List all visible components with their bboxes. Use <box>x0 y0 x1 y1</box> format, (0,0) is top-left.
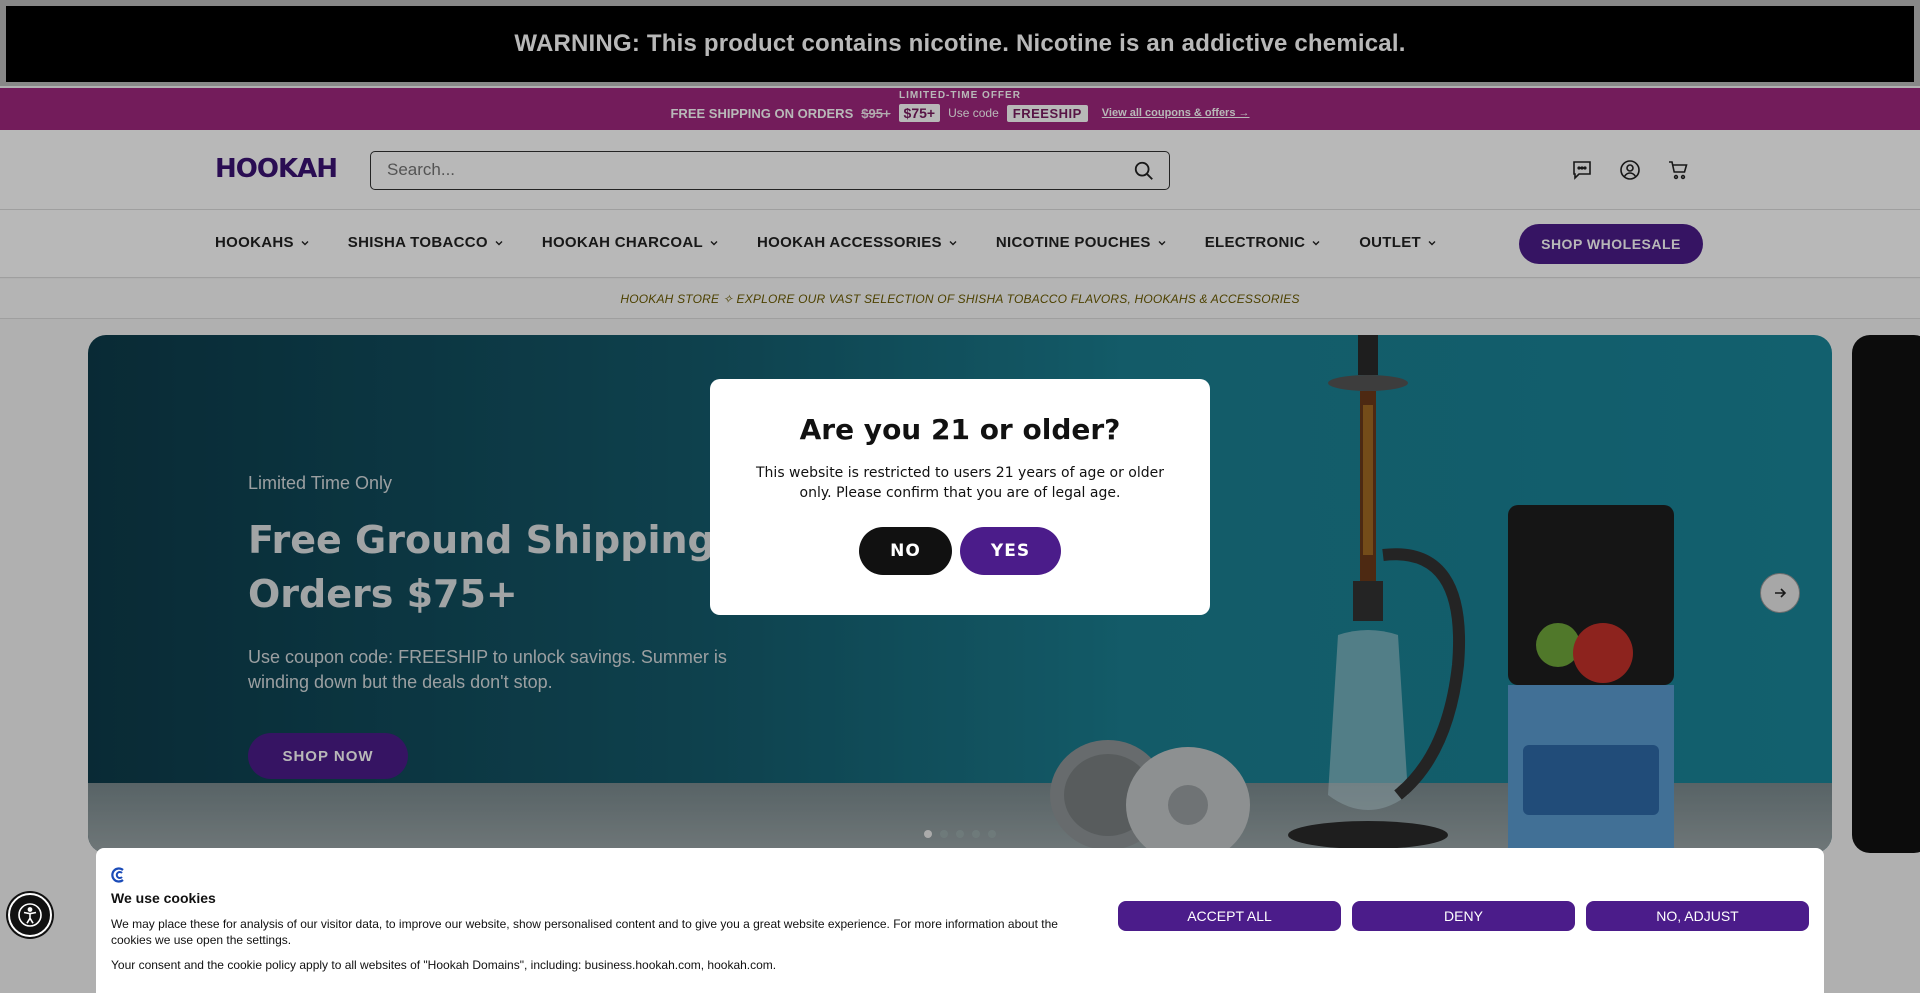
accessibility-icon <box>18 903 42 927</box>
cookie-title: We use cookies <box>111 890 216 906</box>
cookie-consent-logo-icon <box>111 867 124 883</box>
age-modal-buttons: NO YES <box>710 527 1210 575</box>
cookie-body: We may place these for analysis of our v… <box>111 917 1058 947</box>
age-modal-body: This website is restricted to users 21 y… <box>756 465 1164 501</box>
adjust-button[interactable]: NO, ADJUST <box>1586 901 1809 931</box>
cookie-banner: We use cookies We may place these for an… <box>96 848 1824 993</box>
age-no-button[interactable]: NO <box>859 527 952 575</box>
age-verification-modal: Are you 21 or older? This website is res… <box>710 379 1210 615</box>
age-yes-button[interactable]: YES <box>960 527 1061 575</box>
cookie-buttons: ACCEPT ALL DENY NO, ADJUST <box>1118 901 1809 931</box>
deny-button[interactable]: DENY <box>1352 901 1575 931</box>
age-modal-title: Are you 21 or older? <box>799 413 1121 446</box>
accept-all-button[interactable]: ACCEPT ALL <box>1118 901 1341 931</box>
cookie-consent-note: Your consent and the cookie policy apply… <box>111 958 777 972</box>
accessibility-button[interactable] <box>8 893 52 937</box>
